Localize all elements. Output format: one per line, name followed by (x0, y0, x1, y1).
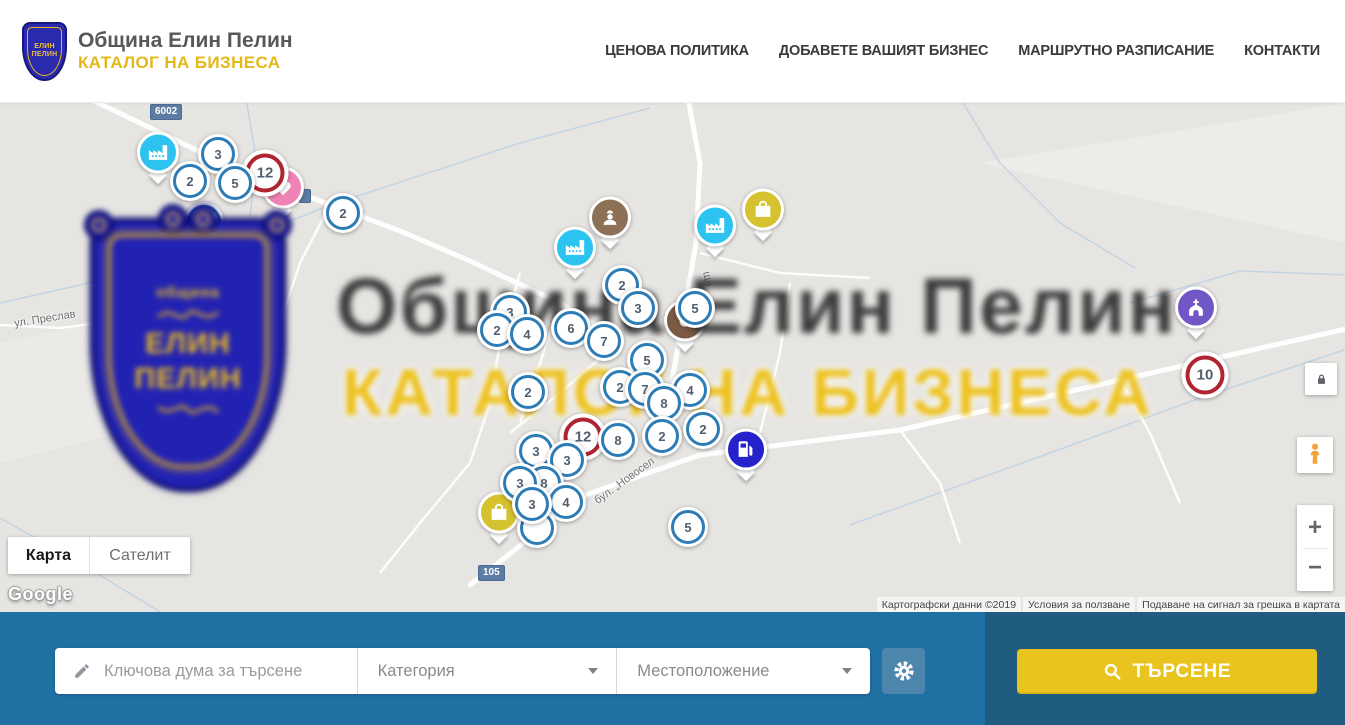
site-title: Община Елин Пелин КАТАЛОГ НА БИЗНЕСА (78, 29, 293, 73)
map-marker-cluster[interactable]: 2 (323, 193, 363, 233)
location-dropdown[interactable]: Местоположение (617, 648, 870, 694)
map-marker-cluster[interactable]: 4 (507, 314, 547, 354)
header: ЕЛИН ПЕЛИН Община Елин Пелин КАТАЛОГ НА … (0, 0, 1345, 103)
chevron-down-icon (588, 668, 598, 674)
search-fields: Категория Местоположение (55, 648, 870, 694)
category-dropdown-label: Категория (378, 662, 455, 681)
map-type-map-button[interactable]: Карта (8, 537, 90, 574)
pencil-icon (73, 662, 91, 680)
google-logo[interactable]: Google (8, 584, 73, 605)
location-dropdown-label: Местоположение (637, 662, 769, 681)
main-nav: ЦЕНОВА ПОЛИТИКА ДОБАВЕТЕ ВАШИЯТ БИЗНЕС МАР… (605, 43, 1320, 59)
map-marker-cluster[interactable]: 2 (508, 372, 548, 412)
map-marker-cluster[interactable]: 2 (170, 161, 210, 201)
map-marker-cluster[interactable]: 5 (675, 288, 715, 328)
zoom-control: + − (1297, 505, 1333, 591)
map-marker-cluster[interactable]: 10 (1182, 352, 1229, 399)
gear-icon (892, 659, 916, 683)
site-logo[interactable]: ЕЛИН ПЕЛИН Община Елин Пелин КАТАЛОГ НА … (22, 22, 293, 81)
site-title-line2: КАТАЛОГ НА БИЗНЕСА (78, 53, 293, 73)
map-attribution: Картографски данни ©2019Условия за ползв… (877, 597, 1345, 612)
advanced-search-button[interactable] (882, 648, 925, 694)
search-bar: Категория Местоположение ТЪРСЕНЕ (0, 612, 1345, 725)
map-canvas[interactable]: ул. Преславбул. „Новоселщи6002105 община… (0, 103, 1345, 612)
zoom-out-button[interactable]: − (1297, 549, 1333, 587)
map-marker-cluster[interactable]: 5 (668, 507, 708, 547)
page: ЕЛИН ПЕЛИН Община Елин Пелин КАТАЛОГ НА … (0, 0, 1345, 725)
lock-icon (1314, 372, 1329, 387)
map-marker-cluster[interactable]: 3 (512, 484, 552, 524)
keyword-section (55, 648, 357, 694)
map-type-switcher: Карта Сателит (8, 537, 190, 574)
attribution-item-3[interactable]: Подаване на сигнал за грешка в картата (1137, 597, 1345, 612)
attribution-item-2[interactable]: Условия за ползване (1023, 597, 1135, 612)
municipality-crest-icon: ЕЛИН ПЕЛИН (22, 22, 67, 81)
map-marker-cluster[interactable]: 3 (618, 288, 658, 328)
map-marker-cluster[interactable]: 2 (642, 416, 682, 456)
nav-item-2[interactable]: ДОБАВЕТЕ ВАШИЯТ БИЗНЕС (779, 43, 988, 59)
map-marker-cluster[interactable]: 8 (598, 420, 638, 460)
nav-item-3[interactable]: МАРШРУТНО РАЗПИСАНИЕ (1018, 43, 1214, 59)
map-marker-cluster[interactable]: 7 (584, 321, 624, 361)
pegman-icon (1304, 442, 1326, 468)
search-button-label: ТЪРСЕНЕ (1133, 661, 1232, 683)
nav-item-1[interactable]: ЦЕНОВА ПОЛИТИКА (605, 43, 749, 59)
pegman-button[interactable] (1297, 437, 1333, 473)
map-type-satellite-button[interactable]: Сателит (90, 537, 190, 574)
keyword-search-input[interactable] (104, 662, 357, 681)
chevron-down-icon (842, 668, 852, 674)
search-button[interactable]: ТЪРСЕНЕ (1017, 649, 1317, 694)
nav-item-4[interactable]: КОНТАКТИ (1244, 43, 1320, 59)
search-icon (1103, 662, 1122, 681)
attribution-item-1: Картографски данни ©2019 (877, 597, 1021, 612)
map-marker-cluster[interactable]: 5 (215, 163, 255, 203)
site-title-line1: Община Елин Пелин (78, 29, 293, 53)
map-marker-cluster[interactable]: 2 (683, 409, 723, 449)
zoom-in-button[interactable]: + (1297, 509, 1333, 547)
category-dropdown[interactable]: Категория (358, 648, 617, 694)
map-lock-button[interactable] (1305, 363, 1337, 395)
map-cluster-layer: 1232522536753242274812822338343510 (0, 103, 1345, 612)
